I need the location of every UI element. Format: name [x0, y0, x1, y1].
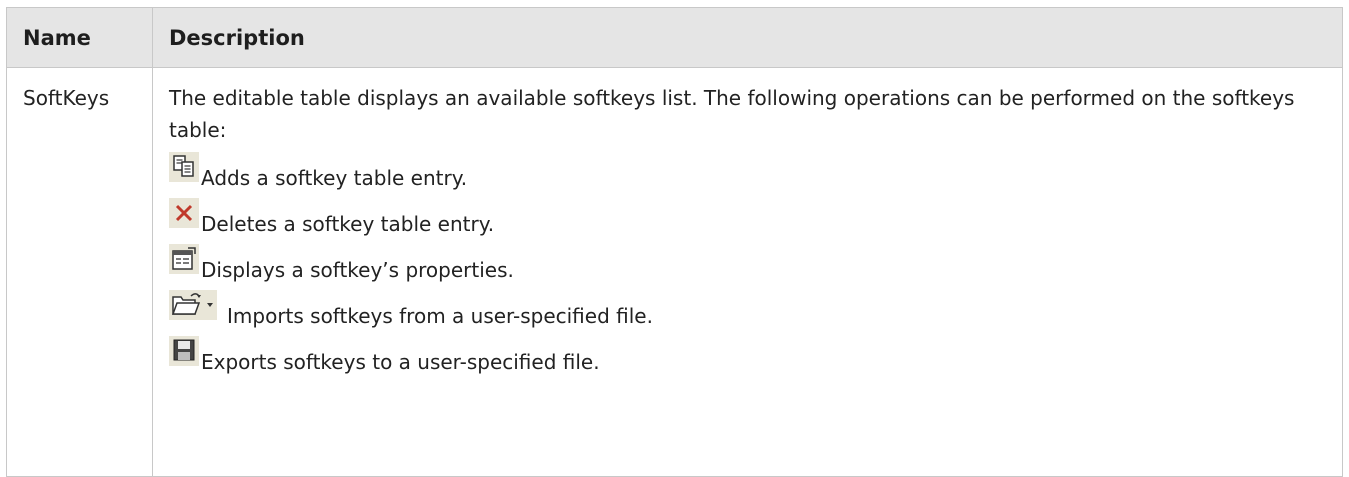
operation-export: Exports softkeys to a user-specified fil…: [169, 336, 1328, 376]
header-description: Description: [152, 7, 1343, 68]
softkeys-description-table: Name Description SoftKeys The editable t…: [6, 7, 1343, 477]
operation-add: Adds a softkey table entry.: [169, 152, 1328, 192]
operation-delete: Deletes a softkey table entry.: [169, 198, 1328, 238]
operation-import: Imports softkeys from a user-specified f…: [169, 290, 1328, 330]
copy-icon: [169, 152, 199, 182]
properties-icon: [169, 244, 199, 274]
row-name-cell: SoftKeys: [6, 67, 153, 477]
save-floppy-icon: [169, 336, 199, 366]
operation-properties-text: Displays a softkey’s properties.: [201, 258, 514, 282]
open-folder-dropdown-icon: [169, 290, 217, 320]
table-header-row: Name Description: [6, 7, 1343, 68]
operation-export-text: Exports softkeys to a user-specified fil…: [201, 350, 600, 374]
row-description-cell: The editable table displays an available…: [152, 67, 1343, 477]
description-intro: The editable table displays an available…: [169, 86, 1295, 142]
operation-delete-text: Deletes a softkey table entry.: [201, 212, 495, 236]
operation-properties: Displays a softkey’s properties.: [169, 244, 1328, 284]
header-name: Name: [6, 7, 153, 68]
delete-x-icon: [169, 198, 199, 228]
table-row: SoftKeys The editable table displays an …: [6, 67, 1343, 477]
operation-add-text: Adds a softkey table entry.: [201, 166, 468, 190]
operation-import-text: Imports softkeys from a user-specified f…: [227, 304, 653, 328]
